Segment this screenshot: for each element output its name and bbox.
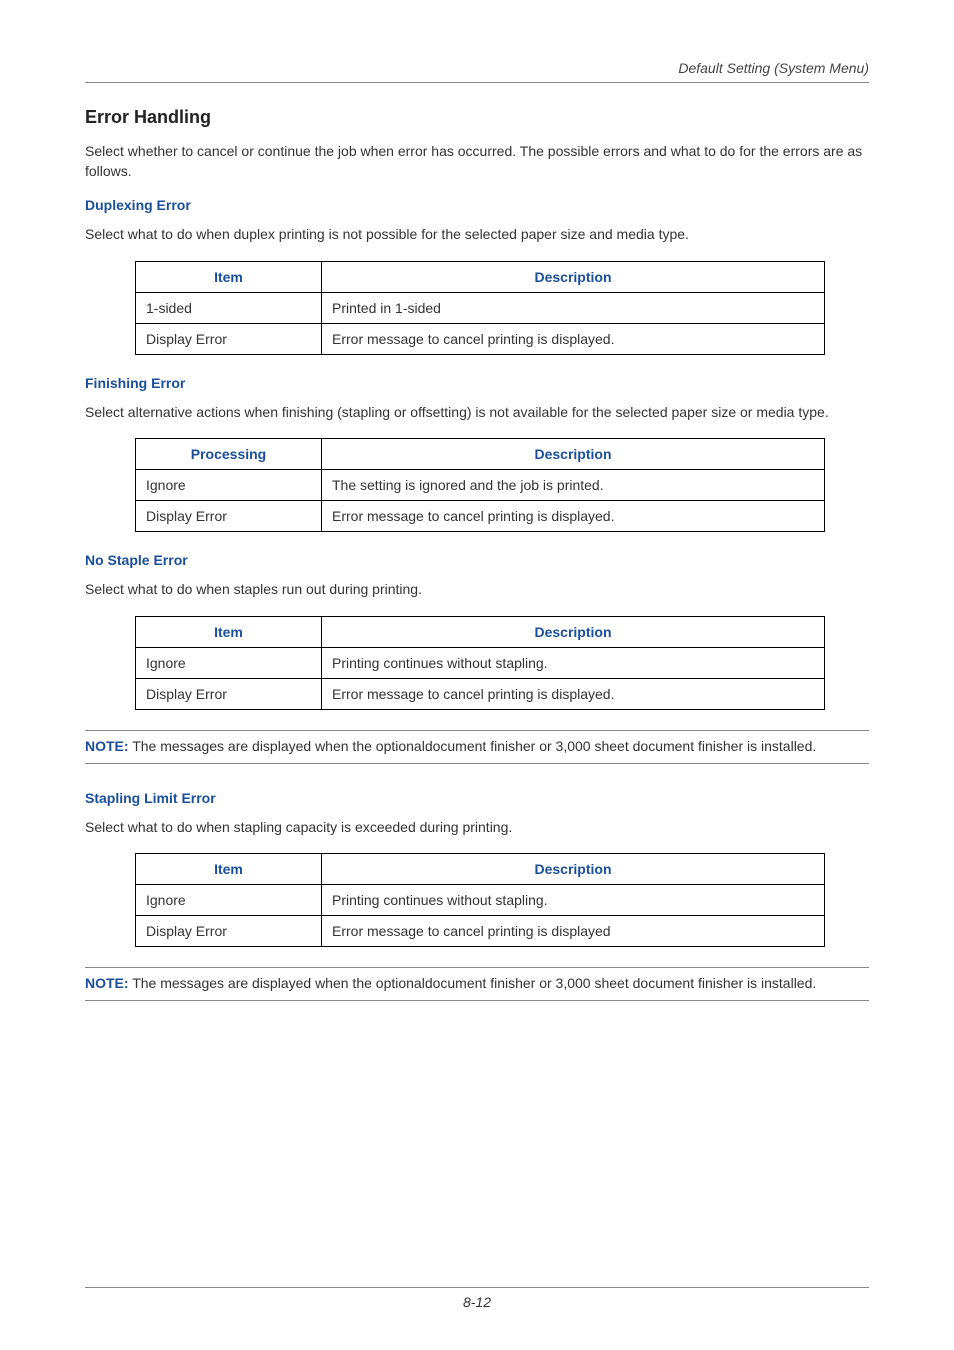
table-row: 1-sided Printed in 1-sided (136, 292, 825, 323)
duplexing-heading: Duplexing Error (85, 197, 869, 213)
table-header-row: Processing Description (136, 439, 825, 470)
page-title: Error Handling (85, 107, 869, 128)
cell-item: Ignore (136, 470, 322, 501)
cell-desc: Error message to cancel printing is disp… (322, 916, 825, 947)
cell-desc: Printing continues without stapling. (322, 647, 825, 678)
stapling-limit-heading: Stapling Limit Error (85, 790, 869, 806)
stapling-limit-col1: Item (136, 854, 322, 885)
table-row: Display Error Error message to cancel pr… (136, 323, 825, 354)
nostaple-note: NOTE: The messages are displayed when th… (85, 730, 869, 764)
note-text: The messages are displayed when the opti… (129, 975, 817, 991)
duplexing-text: Select what to do when duplex printing i… (85, 225, 869, 245)
note-label: NOTE: (85, 975, 129, 991)
nostaple-table: Item Description Ignore Printing continu… (135, 616, 825, 710)
cell-desc: Error message to cancel printing is disp… (322, 501, 825, 532)
table-row: Display Error Error message to cancel pr… (136, 678, 825, 709)
cell-item: Display Error (136, 323, 322, 354)
page-container: Default Setting (System Menu) Error Hand… (0, 0, 954, 1350)
stapling-limit-text: Select what to do when stapling capacity… (85, 818, 869, 838)
duplexing-col2: Description (322, 261, 825, 292)
cell-item: 1-sided (136, 292, 322, 323)
table-row: Ignore Printing continues without stapli… (136, 647, 825, 678)
finishing-heading: Finishing Error (85, 375, 869, 391)
note-label: NOTE: (85, 738, 129, 754)
page-number: 8-12 (463, 1294, 491, 1310)
stapling-limit-table: Item Description Ignore Printing continu… (135, 853, 825, 947)
cell-item: Display Error (136, 678, 322, 709)
table-header-row: Item Description (136, 616, 825, 647)
cell-desc: Printing continues without stapling. (322, 885, 825, 916)
finishing-col2: Description (322, 439, 825, 470)
stapling-limit-col2: Description (322, 854, 825, 885)
note-text: The messages are displayed when the opti… (129, 738, 817, 754)
page-footer: 8-12 (85, 1287, 869, 1310)
table-row: Ignore The setting is ignored and the jo… (136, 470, 825, 501)
cell-item: Display Error (136, 916, 322, 947)
table-row: Ignore Printing continues without stapli… (136, 885, 825, 916)
nostaple-col2: Description (322, 616, 825, 647)
table-row: Display Error Error message to cancel pr… (136, 916, 825, 947)
intro-text: Select whether to cancel or continue the… (85, 142, 869, 181)
nostaple-heading: No Staple Error (85, 552, 869, 568)
stapling-limit-note: NOTE: The messages are displayed when th… (85, 967, 869, 1001)
page-header: Default Setting (System Menu) (85, 60, 869, 83)
finishing-text: Select alternative actions when finishin… (85, 403, 869, 423)
cell-item: Display Error (136, 501, 322, 532)
duplexing-table: Item Description 1-sided Printed in 1-si… (135, 261, 825, 355)
cell-item: Ignore (136, 885, 322, 916)
cell-desc: Error message to cancel printing is disp… (322, 678, 825, 709)
finishing-col1: Processing (136, 439, 322, 470)
table-header-row: Item Description (136, 854, 825, 885)
nostaple-col1: Item (136, 616, 322, 647)
finishing-table: Processing Description Ignore The settin… (135, 438, 825, 532)
table-row: Display Error Error message to cancel pr… (136, 501, 825, 532)
nostaple-text: Select what to do when staples run out d… (85, 580, 869, 600)
duplexing-col1: Item (136, 261, 322, 292)
cell-desc: The setting is ignored and the job is pr… (322, 470, 825, 501)
cell-desc: Printed in 1-sided (322, 292, 825, 323)
table-header-row: Item Description (136, 261, 825, 292)
cell-desc: Error message to cancel printing is disp… (322, 323, 825, 354)
cell-item: Ignore (136, 647, 322, 678)
